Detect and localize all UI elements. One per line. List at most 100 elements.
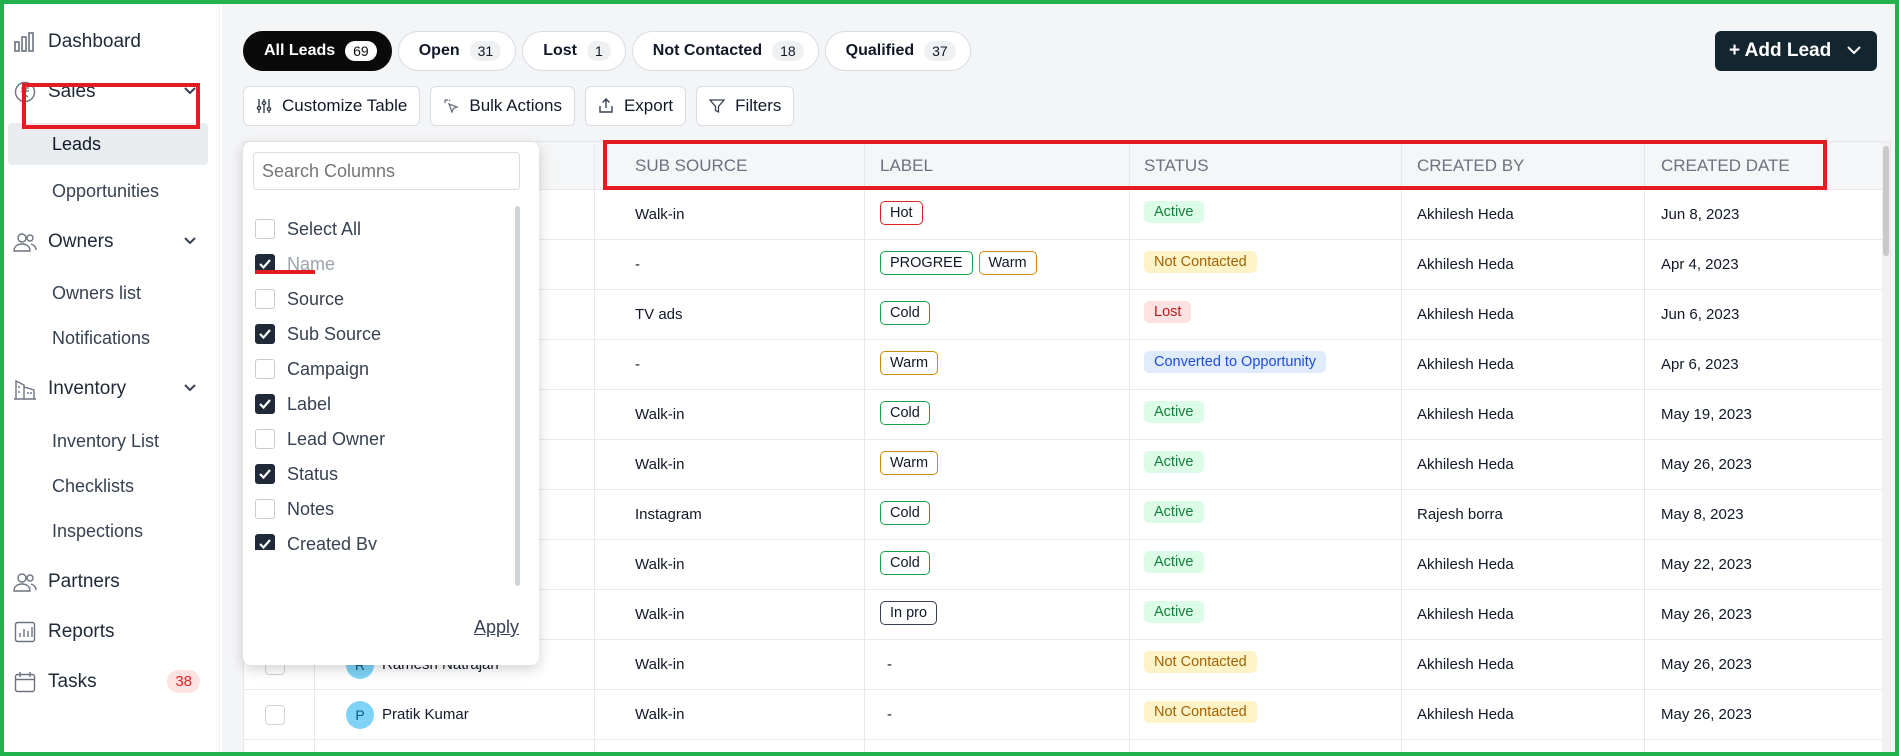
name-underline-highlight	[255, 270, 315, 274]
sub-source-cell: Walk-in	[635, 606, 685, 623]
label-cell: Cold	[880, 401, 936, 425]
check-icon	[259, 399, 271, 410]
nav-dashboard[interactable]: Dashboard	[12, 22, 208, 62]
nav-opportunities[interactable]: Opportunities	[8, 170, 208, 212]
avatar: P	[346, 701, 374, 729]
created-by-cell: Akhilesh Heda	[1417, 656, 1514, 673]
chevron-down-icon[interactable]	[182, 379, 198, 401]
column-option-status[interactable]: Status	[255, 459, 338, 489]
nav-checklists[interactable]: Checklists	[8, 465, 208, 507]
export-button[interactable]: Export	[584, 86, 687, 126]
nav-reports[interactable]: Reports	[12, 612, 208, 652]
tab-lost[interactable]: Lost 1	[522, 31, 626, 71]
status-cell: Converted to Opportunity	[1144, 351, 1327, 373]
chevron-down-icon[interactable]	[182, 232, 198, 254]
tab-label: All Leads	[264, 42, 336, 59]
search-columns-input[interactable]	[253, 152, 520, 190]
status-cell: Active	[1144, 551, 1204, 573]
nav-leads[interactable]: Leads	[8, 123, 208, 165]
bulk-actions-button[interactable]: Bulk Actions	[430, 86, 575, 126]
checkbox[interactable]	[255, 429, 275, 449]
column-option-sub-source[interactable]: Sub Source	[255, 319, 381, 349]
nav-notifications[interactable]: Notifications	[8, 317, 208, 359]
column-option-select-all[interactable]: Select All	[255, 214, 361, 244]
label-chip: Warm	[880, 351, 939, 375]
status-cell: Active	[1144, 451, 1204, 473]
column-header-sub-source[interactable]: SUB SOURCE	[635, 156, 747, 176]
column-header-status[interactable]: STATUS	[1144, 156, 1209, 176]
status-cell: Active	[1144, 501, 1204, 523]
lead-name-cell[interactable]: P Pratik Kumar	[346, 701, 469, 729]
sub-source-cell: Walk-in	[635, 556, 685, 573]
table-row[interactable]: P Pratik Kumar Walk-in - Not Contacted Akhile…	[244, 690, 1890, 740]
table-scrollbar[interactable]	[1882, 142, 1890, 755]
column-option-label: Sub Source	[287, 323, 382, 344]
nav-inventory-label: Inventory	[48, 378, 127, 399]
column-option-source[interactable]: Source	[255, 284, 344, 314]
column-header-created-by[interactable]: CREATED BY	[1417, 156, 1524, 176]
column-option-lead-owner[interactable]: Lead Owner	[255, 424, 385, 454]
label-cell: Warm	[880, 351, 944, 375]
report-icon	[12, 619, 38, 645]
column-option-created-by[interactable]: Created By	[255, 529, 377, 550]
bar-chart-icon	[12, 29, 38, 55]
nav-tasks[interactable]: Tasks 38	[12, 662, 208, 702]
add-lead-button[interactable]: + Add Lead	[1715, 31, 1877, 71]
checkbox[interactable]	[255, 219, 275, 239]
column-header-created-date[interactable]: CREATED DATE	[1661, 156, 1790, 176]
table-toolbar: Customize Table Bulk Actions Export Filt…	[243, 86, 795, 126]
column-option-campaign[interactable]: Campaign	[255, 354, 369, 384]
column-option-notes[interactable]: Notes	[255, 494, 334, 524]
dropdown-scrollbar-thumb[interactable]	[515, 206, 520, 586]
tab-all-leads[interactable]: All Leads 69	[243, 31, 392, 71]
sub-source-cell: TV ads	[635, 306, 683, 323]
tab-label: Qualified	[845, 42, 915, 59]
column-option-name[interactable]: Name	[255, 249, 335, 279]
row-checkbox[interactable]	[265, 705, 285, 725]
created-date-cell: May 22, 2023	[1661, 556, 1752, 573]
created-by-cell: Akhilesh Heda	[1417, 306, 1514, 323]
checkbox-checked[interactable]	[255, 464, 275, 484]
nav-inventory-list[interactable]: Inventory List	[8, 420, 208, 462]
tab-open[interactable]: Open 31	[397, 31, 517, 71]
scrollbar-thumb[interactable]	[1883, 146, 1889, 256]
checkbox[interactable]	[255, 289, 275, 309]
created-date-cell: May 26, 2023	[1661, 706, 1752, 723]
nav-inventory[interactable]: Inventory	[12, 369, 208, 409]
filters-button[interactable]: Filters	[696, 86, 795, 126]
apply-button[interactable]: Apply	[474, 617, 519, 638]
label-chip: Warm	[978, 251, 1037, 275]
check-icon	[259, 539, 271, 550]
column-option-label: Label	[287, 393, 332, 414]
tab-not-contacted[interactable]: Not Contacted 18	[631, 31, 819, 71]
checkbox-checked[interactable]	[255, 324, 275, 344]
customize-table-button[interactable]: Customize Table	[243, 86, 421, 126]
chevron-down-icon[interactable]	[182, 82, 198, 104]
checkbox-checked[interactable]	[255, 534, 275, 550]
checkbox-checked[interactable]	[255, 394, 275, 414]
chevron-down-icon[interactable]	[1845, 41, 1863, 65]
tab-label: Open	[418, 42, 460, 59]
nav-partners[interactable]: Partners	[12, 562, 208, 602]
nav-leads-label: Leads	[52, 133, 102, 154]
filter-icon	[709, 99, 726, 114]
checkbox[interactable]	[255, 359, 275, 379]
tab-qualified[interactable]: Qualified 37	[824, 31, 971, 71]
sub-source-cell: Walk-in	[635, 656, 685, 673]
nav-owners[interactable]: Owners	[12, 222, 208, 262]
nav-dashboard-label: Dashboard	[48, 31, 141, 52]
column-option-label: Lead Owner	[287, 428, 386, 449]
status-badge: Active	[1144, 451, 1204, 473]
check-icon	[259, 259, 271, 270]
checkbox[interactable]	[255, 499, 275, 519]
column-header-label[interactable]: LABEL	[880, 156, 933, 176]
label-cell: PROGREE Warm	[880, 251, 1043, 275]
created-by-cell: Akhilesh Heda	[1417, 406, 1514, 423]
nav-owners-list[interactable]: Owners list	[8, 272, 208, 314]
status-cell: Active	[1144, 401, 1204, 423]
nav-inspections[interactable]: Inspections	[8, 510, 208, 552]
nav-sales[interactable]: Sales	[12, 72, 208, 112]
column-option-label[interactable]: Label	[255, 389, 331, 419]
sub-source-cell: -	[635, 256, 640, 273]
dropdown-scrollbar[interactable]	[515, 206, 520, 586]
